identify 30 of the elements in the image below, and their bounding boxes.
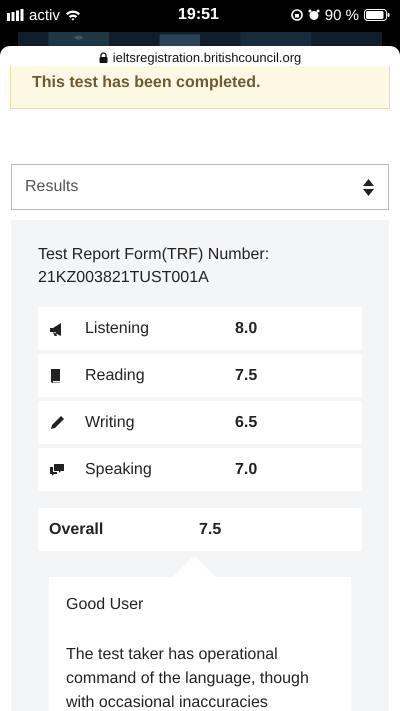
trf-label: Test Report Form(TRF) Number: xyxy=(38,245,270,265)
battery-percent: 90 % xyxy=(324,6,359,24)
signal-icon xyxy=(7,9,24,21)
pencil-icon xyxy=(49,414,65,430)
skill-name: Speaking xyxy=(85,460,153,478)
skill-name: Reading xyxy=(85,366,146,384)
overall-score: 7.5 xyxy=(199,520,222,538)
skill-name: Listening xyxy=(85,320,150,338)
address-bar[interactable]: ieltsregistration.britishcouncil.org xyxy=(0,46,400,66)
sort-arrows-icon xyxy=(363,178,374,196)
band-score: 6.5 xyxy=(235,414,258,432)
band-score: 7.0 xyxy=(235,460,258,478)
rotation-lock-icon xyxy=(290,9,303,21)
overall-label: Overall xyxy=(49,520,104,538)
alert-message: This test has been completed. xyxy=(32,74,260,91)
alarm-icon xyxy=(308,9,320,21)
speech-bubbles-icon xyxy=(49,462,65,478)
section-select[interactable]: Results xyxy=(11,164,389,210)
skill-name: Writing xyxy=(85,414,136,432)
battery-icon xyxy=(364,9,390,21)
band-title: Good User xyxy=(66,596,144,614)
url-text: ieltsregistration.britishcouncil.org xyxy=(112,50,302,64)
carrier-name: activ xyxy=(29,6,60,24)
band-score: 7.5 xyxy=(235,366,258,384)
trf-number: 21KZ003821TUST001A xyxy=(38,268,210,288)
band-description: The test taker has operational command of the language, though with occasional inaccuracies xyxy=(66,645,310,711)
band-score: 8.0 xyxy=(235,320,258,338)
clock-time: 19:51 xyxy=(178,6,219,24)
lock-icon xyxy=(98,52,108,62)
wifi-icon xyxy=(64,9,81,21)
